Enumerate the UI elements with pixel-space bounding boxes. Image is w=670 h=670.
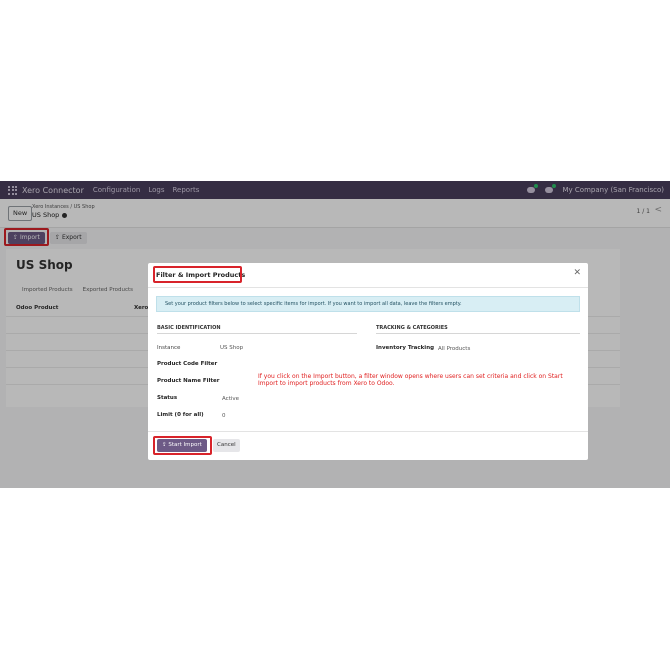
status-value[interactable]: Active	[222, 396, 239, 402]
cancel-button[interactable]: Cancel	[213, 439, 240, 452]
dialog-footer-divider	[148, 431, 588, 432]
instance-label: Instance	[157, 345, 181, 351]
section-tracking-categories: TRACKING & CATEGORIES	[376, 325, 448, 331]
start-import-highlight	[153, 436, 212, 455]
product-code-filter-label: Product Code Filter	[157, 361, 218, 367]
section-basic-identification: BASIC IDENTIFICATION	[157, 325, 221, 331]
odoo-app: Xero Connector Configuration Logs Report…	[0, 181, 670, 488]
close-icon[interactable]: ✕	[573, 269, 581, 278]
inventory-tracking-label: Inventory Tracking	[376, 345, 435, 351]
dialog-header-divider	[148, 287, 588, 288]
inventory-tracking-value[interactable]: All Products	[438, 346, 470, 352]
status-label: Status	[157, 395, 178, 401]
dialog-title-highlight	[153, 266, 242, 283]
product-name-filter-label: Product Name Filter	[157, 378, 220, 384]
limit-value[interactable]: 0	[222, 413, 226, 419]
section-divider	[157, 333, 357, 334]
limit-label: Limit (0 for all)	[157, 412, 204, 418]
section-divider	[376, 333, 580, 334]
annotation-note: If you click on the Import button, a fil…	[258, 373, 563, 387]
instance-value[interactable]: US Shop	[220, 345, 243, 351]
filter-import-dialog: Filter & Import Products ✕ Set your prod…	[148, 263, 588, 460]
info-alert: Set your product filters below to select…	[156, 296, 580, 312]
